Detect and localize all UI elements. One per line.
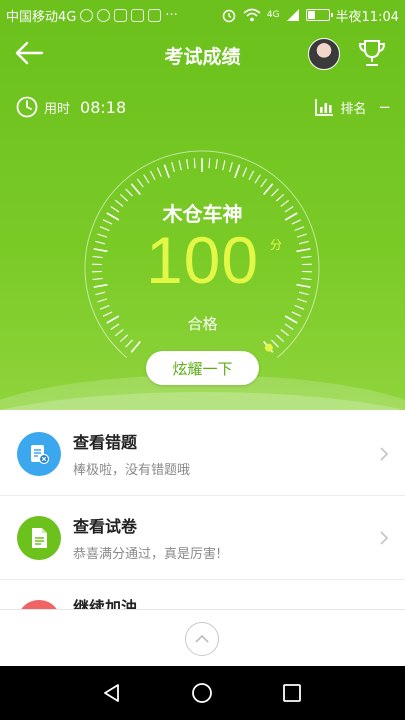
scroll-up-button[interactable] [185, 622, 219, 656]
time-label: 用时 [44, 101, 71, 117]
back-triangle-icon[interactable] [101, 682, 123, 704]
gauge-tick [143, 174, 150, 184]
score-unit: 分 [270, 238, 283, 252]
battery-icon [305, 9, 333, 21]
list-item-title: 查看错题 [73, 433, 138, 452]
gauge-tick [254, 174, 261, 184]
rank-label: 排名 [340, 101, 367, 117]
gauge-tick [234, 164, 241, 179]
gauge-tick [130, 183, 141, 195]
action-list: 查看错题 棒极啦，没有错题哦 查看试卷 恭喜满分通过，真是厉害! 继续加油 [0, 412, 405, 610]
gauge-tick [99, 304, 110, 310]
list-item-title: 查看试卷 [73, 517, 138, 536]
gauge-tick [186, 158, 189, 170]
signal-icon [286, 9, 299, 21]
system-nav-bar [0, 666, 405, 720]
list-item-keep-going[interactable]: 继续加油 [0, 580, 405, 610]
avatar[interactable] [308, 38, 340, 70]
pass-status: 合格 [187, 315, 218, 333]
message-icon [148, 8, 162, 22]
score-value: 100 [145, 223, 260, 297]
gauge-tick [271, 339, 279, 348]
gauge-tick [130, 341, 141, 353]
gauge-tick [149, 170, 156, 180]
chevron-up-icon [195, 634, 209, 643]
chevron-right-icon [380, 447, 389, 461]
wrong-questions-icon [17, 431, 61, 476]
list-item-title: 继续加油 [73, 598, 138, 610]
time-value: 08:18 [80, 97, 127, 117]
gauge-tick [171, 162, 175, 173]
share-button[interactable]: 炫耀一下 [146, 351, 259, 385]
network-type-label: 4G [266, 10, 280, 20]
bar-chart-icon [315, 99, 334, 116]
carrier-label: 中国移动4G [6, 9, 77, 25]
gauge-tick [136, 178, 144, 188]
moon-icon [97, 8, 111, 22]
wifi-icon [243, 8, 261, 22]
rank[interactable]: 排名 − [314, 97, 391, 117]
gauge-tick [263, 183, 274, 195]
gauge-tick [260, 178, 268, 188]
image-icon [131, 8, 145, 22]
gauge-tick [275, 334, 285, 343]
status-bar: 中国移动4G ··· 4G 半夜11:04 [0, 0, 405, 30]
gauge-tick [296, 298, 307, 303]
gauge-tick [119, 334, 129, 343]
exam-paper-icon [17, 515, 61, 560]
gauge-tick [271, 188, 279, 197]
shield-icon [114, 8, 128, 22]
list-item-subtitle: 恭喜满分通过，真是厉害! [73, 547, 222, 562]
gauge-tick [125, 188, 133, 197]
gauge-tick [97, 298, 108, 303]
time-used: 用时 08:18 [16, 96, 126, 118]
gauge-tick [248, 170, 255, 180]
gauge-tick [193, 158, 196, 169]
gauge-tick [208, 158, 211, 169]
list-item-exam-paper[interactable]: 查看试卷 恭喜满分通过，真是厉害! [0, 496, 405, 580]
home-circle-icon[interactable] [191, 682, 213, 704]
gauge-tick [294, 304, 305, 310]
gauge-tick [222, 160, 226, 171]
list-item-subtitle: 棒极啦，没有错题哦 [73, 463, 191, 478]
page-title: 考试成绩 [164, 46, 241, 68]
gauge-needle [264, 343, 273, 352]
gauge-tick [229, 162, 233, 173]
trophy-icon[interactable] [358, 38, 386, 68]
rank-value: − [378, 98, 391, 116]
gauge-tick [242, 167, 248, 177]
clock-icon [16, 96, 38, 118]
list-item-wrong-questions[interactable]: 查看错题 棒极啦，没有错题哦 [0, 412, 405, 496]
more-dots-icon: ··· [165, 7, 178, 23]
gauge-tick [156, 167, 162, 177]
notification-icon [80, 8, 94, 22]
recents-square-icon[interactable] [281, 682, 303, 704]
gauge-tick [178, 160, 182, 171]
clock-label: 半夜11:04 [335, 9, 399, 25]
gauge-tick [163, 164, 170, 179]
bottom-panel [0, 609, 405, 666]
gauge-tick [215, 158, 218, 170]
gauge-tick [125, 339, 133, 348]
chevron-right-icon [380, 531, 389, 545]
alarm-icon [222, 9, 236, 23]
